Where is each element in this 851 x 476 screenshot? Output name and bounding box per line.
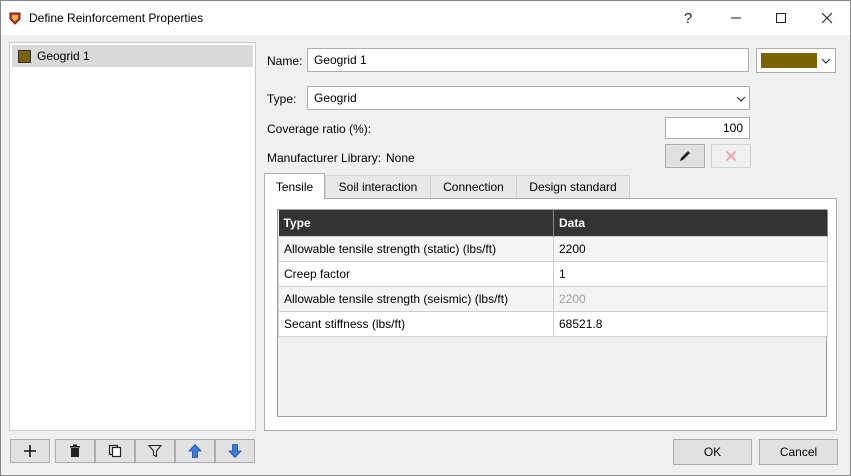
- name-value: Geogrid 1: [314, 53, 367, 67]
- move-up-button[interactable]: [175, 439, 215, 463]
- list-item[interactable]: Geogrid 1: [12, 45, 253, 67]
- reinforcement-list[interactable]: Geogrid 1: [9, 42, 256, 431]
- coverage-ratio-input[interactable]: 100: [665, 117, 750, 139]
- row-data: 2200: [553, 285, 828, 312]
- tab-label: Tensile: [275, 179, 314, 194]
- delete-button[interactable]: [55, 439, 95, 463]
- name-label: Name:: [267, 54, 303, 68]
- chevron-down-icon: [821, 58, 831, 64]
- maximize-icon: [776, 13, 786, 23]
- manufacturer-library-label: Manufacturer Library:: [267, 151, 382, 165]
- chevron-down-icon: [736, 96, 746, 102]
- edit-library-button[interactable]: [665, 144, 705, 168]
- type-value: Geogrid: [314, 91, 357, 105]
- type-select[interactable]: Geogrid: [307, 86, 750, 110]
- maximize-button[interactable]: [758, 1, 804, 35]
- coverage-ratio-label: Coverage ratio (%):: [267, 122, 372, 136]
- add-button[interactable]: [10, 439, 50, 463]
- list-item-label: Geogrid 1: [37, 49, 90, 63]
- arrow-up-icon: [188, 444, 202, 458]
- tab-label: Soil interaction: [338, 180, 418, 194]
- arrow-down-icon: [228, 444, 242, 458]
- table-row[interactable]: Allowable tensile strength (static) (lbs…: [278, 235, 828, 262]
- filter-button[interactable]: [135, 439, 175, 463]
- tab-connection[interactable]: Connection: [430, 175, 517, 198]
- close-button[interactable]: [804, 1, 850, 35]
- properties-table: Type Data Allowable tensile strength (st…: [278, 210, 828, 337]
- minimize-icon: [731, 17, 741, 19]
- table-row[interactable]: Creep factor 1: [278, 260, 828, 287]
- color-swatch: [761, 53, 817, 68]
- row-data[interactable]: 1: [553, 260, 828, 287]
- table-header-row: Type Data: [278, 210, 828, 236]
- tab-label: Design standard: [529, 180, 617, 194]
- row-data[interactable]: 2200: [553, 235, 828, 262]
- plus-icon: [24, 445, 36, 457]
- pencil-icon: [680, 151, 690, 161]
- color-swatch: [18, 49, 31, 63]
- name-field[interactable]: Geogrid 1: [307, 48, 749, 72]
- row-type: Allowable tensile strength (static) (lbs…: [278, 235, 554, 262]
- tab-pane-tensile: Type Data Allowable tensile strength (st…: [264, 198, 837, 431]
- tab-label: Connection: [443, 180, 504, 194]
- dialog-window: Define Reinforcement Properties ? Geogri…: [0, 0, 851, 476]
- clear-library-button[interactable]: [711, 144, 751, 168]
- help-button[interactable]: ?: [665, 1, 711, 35]
- cancel-button[interactable]: Cancel: [759, 439, 838, 465]
- row-type: Allowable tensile strength (seismic) (lb…: [278, 285, 554, 312]
- table-row[interactable]: Secant stiffness (lbs/ft) 68521.8: [278, 310, 828, 337]
- cancel-label: Cancel: [779, 445, 818, 459]
- tab-soil-interaction[interactable]: Soil interaction: [325, 175, 431, 198]
- row-type: Creep factor: [278, 260, 554, 287]
- close-icon: [821, 12, 833, 24]
- filter-icon: [148, 444, 162, 458]
- properties-grid[interactable]: Type Data Allowable tensile strength (st…: [277, 209, 828, 417]
- tab-design-standard[interactable]: Design standard: [516, 175, 630, 198]
- type-label: Type:: [267, 92, 297, 106]
- copy-icon: [108, 444, 122, 458]
- close-icon: [725, 150, 737, 162]
- copy-button[interactable]: [95, 439, 135, 463]
- row-data[interactable]: 68521.8: [553, 310, 828, 337]
- window-title: Define Reinforcement Properties: [29, 11, 204, 25]
- trash-icon: [70, 444, 80, 457]
- ok-button[interactable]: OK: [673, 439, 752, 465]
- minimize-button[interactable]: [713, 1, 759, 35]
- column-header-data: Data: [553, 210, 828, 236]
- title-bar: Define Reinforcement Properties ?: [1, 1, 850, 35]
- table-row[interactable]: Allowable tensile strength (seismic) (lb…: [278, 285, 828, 312]
- move-down-button[interactable]: [215, 439, 255, 463]
- ok-label: OK: [703, 445, 722, 459]
- tab-tensile[interactable]: Tensile: [264, 173, 325, 199]
- coverage-ratio-value: 100: [722, 121, 743, 135]
- app-icon: [9, 12, 21, 25]
- manufacturer-library-value: None: [386, 151, 415, 165]
- column-header-type: Type: [278, 210, 554, 236]
- row-type: Secant stiffness (lbs/ft): [278, 310, 554, 337]
- help-icon: ?: [683, 9, 693, 27]
- color-picker[interactable]: [756, 48, 836, 73]
